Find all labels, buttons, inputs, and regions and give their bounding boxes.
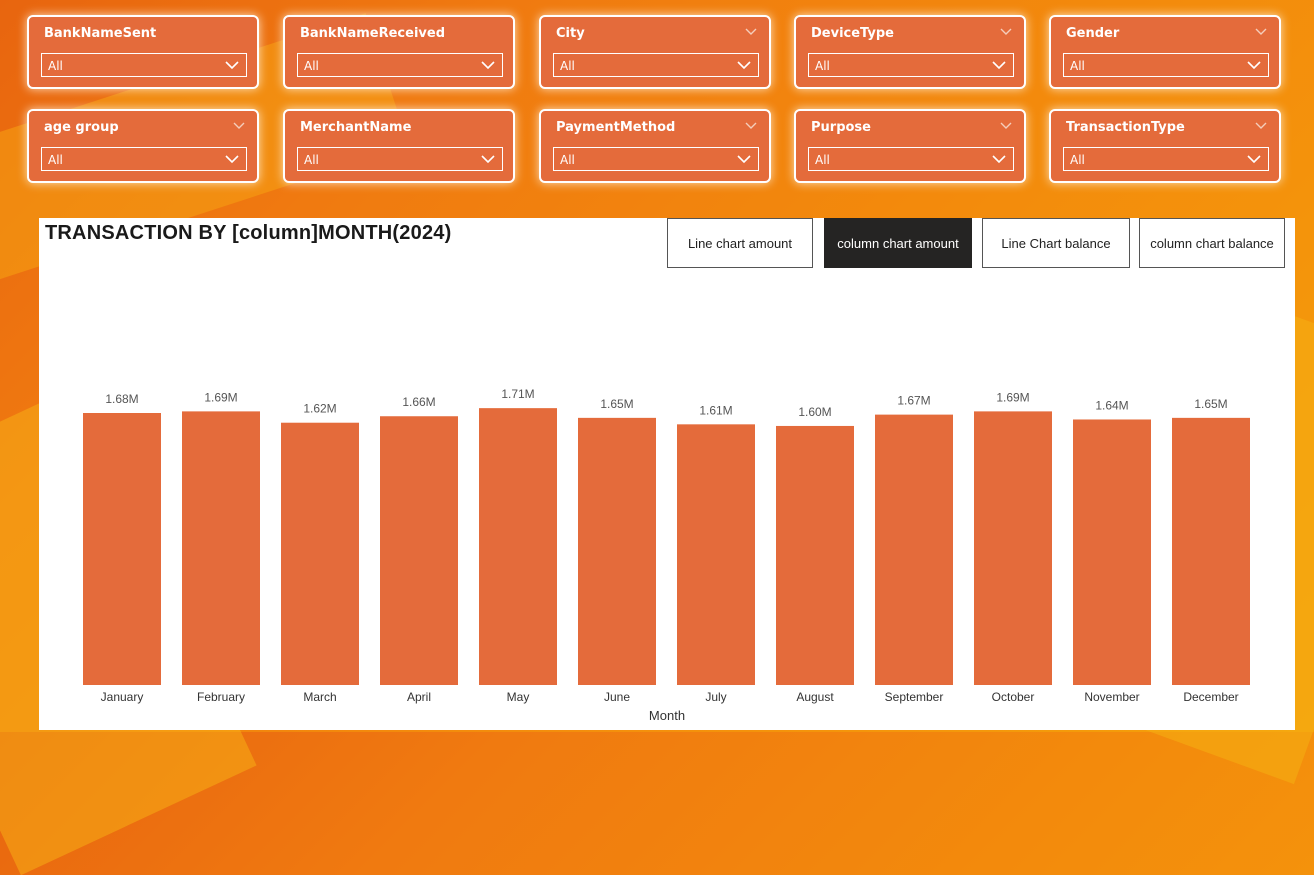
slicer-banknamesent: BankNameSent All (27, 15, 259, 89)
chart-panel: TRANSACTION BY [column]MONTH(2024) Line … (39, 218, 1295, 730)
chevron-down-icon (991, 57, 1007, 77)
data-label: 1.65M (600, 397, 633, 411)
slicer-dropdown[interactable]: All (297, 147, 503, 171)
x-tick-label: June (604, 690, 630, 704)
slicer-title: TransactionType (1066, 120, 1185, 135)
x-tick-label: March (303, 690, 336, 704)
slicer-transactiontype: TransactionType All (1049, 109, 1281, 183)
slicer-title: City (556, 26, 585, 41)
data-label: 1.67M (897, 394, 930, 408)
slicer-dropdown-value: All (560, 153, 575, 167)
slicer-menu-chevron-icon[interactable] (745, 120, 757, 133)
bar-august[interactable] (776, 425, 854, 685)
bar-october[interactable] (974, 411, 1052, 685)
slicer-menu-chevron-icon[interactable] (1255, 26, 1267, 39)
data-label: 1.61M (699, 403, 732, 417)
slicer-dropdown-value: All (815, 59, 830, 73)
data-label: 1.62M (303, 402, 336, 416)
slicer-devicetype: DeviceType All (794, 15, 1026, 89)
slicer-title: Gender (1066, 26, 1120, 41)
data-label: 1.69M (996, 390, 1029, 404)
chevron-down-icon (736, 151, 752, 171)
bar-january[interactable] (83, 413, 161, 685)
x-tick-label: February (197, 690, 245, 704)
slicer-dropdown-value: All (48, 153, 63, 167)
bar-december[interactable] (1172, 417, 1250, 685)
slicer-menu-chevron-icon[interactable] (1255, 120, 1267, 133)
slicer-dropdown[interactable]: All (808, 53, 1014, 77)
x-axis-label: Month (649, 708, 685, 723)
slicer-title: age group (44, 120, 119, 135)
data-label: 1.60M (798, 405, 831, 419)
slicer-dropdown[interactable]: All (41, 53, 247, 77)
slicer-paymentmethod: PaymentMethod All (539, 109, 771, 183)
slicer-dropdown-value: All (560, 59, 575, 73)
slicer-purpose: Purpose All (794, 109, 1026, 183)
bar-february[interactable] (182, 411, 260, 685)
slicer-menu-chevron-icon[interactable] (233, 120, 245, 133)
data-label: 1.64M (1095, 398, 1128, 412)
slicer-city: City All (539, 15, 771, 89)
data-label: 1.66M (402, 395, 435, 409)
chevron-down-icon (224, 57, 240, 77)
slicer-menu-chevron-icon[interactable] (1000, 120, 1012, 133)
slicer-dropdown[interactable]: All (41, 147, 247, 171)
slicer-dropdown-value: All (48, 59, 63, 73)
slicer-dropdown[interactable]: All (553, 53, 759, 77)
slicer-menu-chevron-icon[interactable] (1000, 26, 1012, 39)
slicer-dropdown-value: All (1070, 59, 1085, 73)
bar-september[interactable] (875, 414, 953, 685)
slicer-dropdown[interactable]: All (808, 147, 1014, 171)
slicer-dropdown-value: All (1070, 153, 1085, 167)
slicer-title: DeviceType (811, 26, 894, 41)
chevron-down-icon (480, 57, 496, 77)
chevron-down-icon (224, 151, 240, 171)
x-tick-label: August (796, 690, 834, 704)
bar-july[interactable] (677, 424, 755, 685)
bar-march[interactable] (281, 422, 359, 685)
slicer-merchantname: MerchantName All (283, 109, 515, 183)
slicer-age-group: age group All (27, 109, 259, 183)
slicer-title: PaymentMethod (556, 120, 676, 135)
chevron-down-icon (736, 57, 752, 77)
x-tick-label: July (705, 690, 726, 704)
slicer-banknamereceived: BankNameReceived All (283, 15, 515, 89)
slicer-dropdown[interactable]: All (297, 53, 503, 77)
slicer-title: Purpose (811, 120, 871, 135)
data-label: 1.68M (105, 392, 138, 406)
slicer-dropdown-value: All (304, 153, 319, 167)
slicer-dropdown[interactable]: All (1063, 53, 1269, 77)
slicer-gender: Gender All (1049, 15, 1281, 89)
chevron-down-icon (991, 151, 1007, 171)
data-label: 1.69M (204, 390, 237, 404)
x-tick-label: January (101, 690, 144, 704)
x-tick-label: October (992, 690, 1035, 704)
slicer-dropdown[interactable]: All (553, 147, 759, 171)
data-label: 1.65M (1194, 397, 1227, 411)
slicer-title: MerchantName (300, 120, 412, 135)
slicer-title: BankNameSent (44, 26, 157, 41)
bar-june[interactable] (578, 417, 656, 685)
x-tick-label: May (507, 690, 530, 704)
chevron-down-icon (1246, 57, 1262, 77)
data-label: 1.71M (501, 387, 534, 401)
slicer-dropdown-value: All (815, 153, 830, 167)
chevron-down-icon (480, 151, 496, 171)
bar-may[interactable] (479, 408, 557, 685)
x-tick-label: December (1183, 690, 1238, 704)
slicer-dropdown-value: All (304, 59, 319, 73)
bar-april[interactable] (380, 416, 458, 685)
slicer-menu-chevron-icon[interactable] (745, 26, 757, 39)
slicer-dropdown[interactable]: All (1063, 147, 1269, 171)
column-chart: 1.68M January 1.69M February 1.62M March 1.66M… (83, 387, 1250, 723)
x-tick-label: September (885, 690, 944, 704)
slicer-title: BankNameReceived (300, 26, 445, 41)
x-tick-label: April (407, 690, 431, 704)
chevron-down-icon (1246, 151, 1262, 171)
x-tick-label: November (1084, 690, 1139, 704)
bar-november[interactable] (1073, 419, 1151, 685)
